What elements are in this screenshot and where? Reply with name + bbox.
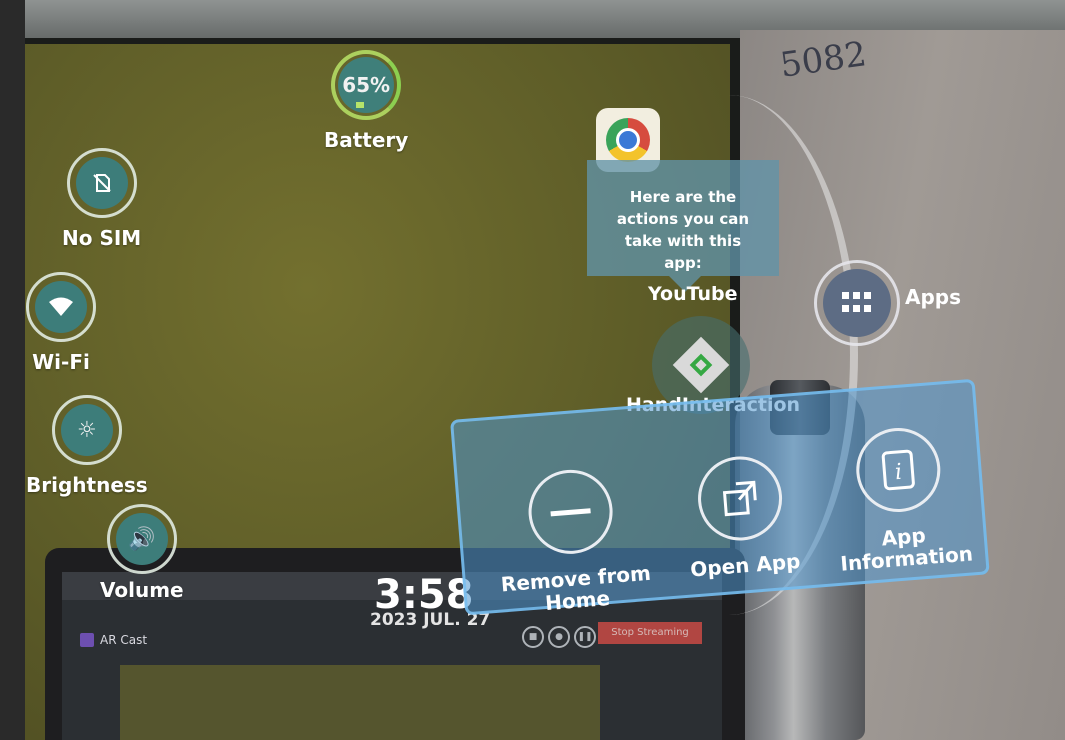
- volume-icon: 🔊: [115, 513, 168, 565]
- wifi-label: Wi-Fi: [32, 350, 90, 374]
- svg-text:i: i: [894, 460, 903, 485]
- no-sim-ring: [66, 148, 137, 218]
- app-information-label: App Information: [839, 523, 974, 576]
- app-information-button[interactable]: i App Information: [815, 422, 986, 576]
- volume-toggle[interactable]: 🔊 Volume: [100, 504, 184, 602]
- no-sim-icon: [75, 157, 128, 209]
- ar-cast-icon: [80, 633, 94, 647]
- battery-ring: 65%: [331, 50, 402, 120]
- laptop-cast-preview: [120, 665, 600, 740]
- open-external-icon: [694, 453, 786, 544]
- wifi-ring: [26, 272, 96, 342]
- no-sim-toggle[interactable]: No SIM: [62, 148, 141, 250]
- brightness-toggle[interactable]: ☼ Brightness: [26, 395, 148, 497]
- minus-icon: [525, 466, 616, 557]
- cast-control-3: ❚❚: [574, 626, 596, 648]
- battery-label: Battery: [324, 128, 409, 152]
- actions-tooltip: Here are the actions you can take with t…: [587, 160, 779, 292]
- info-icon: i: [853, 424, 944, 516]
- brightness-icon: ☼: [60, 404, 113, 456]
- remove-from-home-button[interactable]: Remove from Home: [488, 464, 659, 618]
- ar-cast-title: AR Cast: [80, 633, 147, 647]
- no-sim-label: No SIM: [62, 226, 142, 250]
- stop-streaming-button: Stop Streaming: [598, 622, 702, 644]
- unity-cube-icon: [672, 336, 730, 394]
- brightness-label: Brightness: [26, 473, 148, 497]
- youtube-app-label[interactable]: YouTube: [648, 283, 737, 305]
- wifi-toggle[interactable]: Wi-Fi: [26, 272, 96, 374]
- open-app-button[interactable]: Open App: [657, 450, 826, 582]
- wifi-icon: [35, 281, 87, 333]
- open-app-label: Open App: [689, 548, 802, 582]
- apps-grid-icon: [823, 269, 891, 337]
- volume-ring: 🔊: [106, 504, 177, 574]
- apps-label: Apps: [905, 285, 962, 309]
- cast-control-2: ●: [548, 626, 570, 648]
- battery-percent: 65%: [338, 57, 395, 113]
- volume-label: Volume: [100, 578, 184, 602]
- app-actions-panel: Remove from Home Open App i App Informat…: [450, 378, 990, 618]
- tooltip-text: Here are the actions you can take with t…: [616, 188, 750, 272]
- ar-cast-label: AR Cast: [100, 633, 148, 647]
- cast-control-1: ■: [522, 626, 544, 648]
- battery-icon: [356, 102, 364, 108]
- brightness-ring: ☼: [51, 395, 122, 465]
- chrome-icon: [606, 118, 650, 162]
- battery-indicator: 65% Battery: [324, 50, 408, 152]
- apps-button[interactable]: [814, 260, 900, 346]
